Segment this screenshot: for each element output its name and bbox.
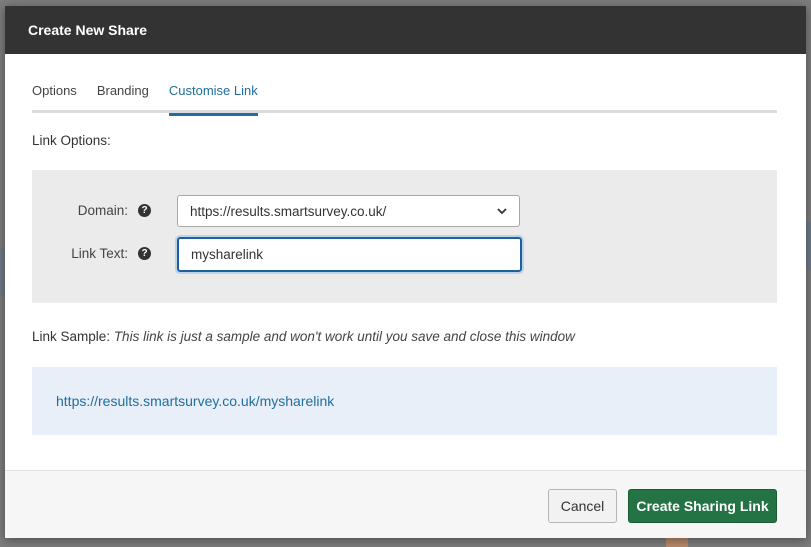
tab-options[interactable]: Options	[32, 82, 77, 110]
link-sample-label: Link Sample:	[32, 329, 111, 344]
link-options-heading: Link Options:	[32, 133, 111, 148]
domain-select[interactable]: https://results.smartsurvey.co.uk/	[177, 195, 520, 227]
tab-bar: Options Branding Customise Link	[32, 82, 777, 116]
link-options-panel: Domain: ? https://results.smartsurvey.co…	[32, 170, 777, 303]
dialog-header: Create New Share	[5, 6, 806, 54]
question-circle-icon[interactable]: ?	[138, 204, 151, 217]
link-text-input[interactable]	[175, 235, 524, 274]
question-circle-icon[interactable]: ?	[138, 247, 151, 260]
link-sample-note: This link is just a sample and won't wor…	[113, 329, 575, 344]
create-sharing-link-button[interactable]: Create Sharing Link	[628, 489, 777, 523]
tab-branding[interactable]: Branding	[97, 82, 149, 110]
domain-selected-value: https://results.smartsurvey.co.uk/	[190, 203, 387, 219]
cancel-button[interactable]: Cancel	[548, 489, 617, 523]
dialog-title: Create New Share	[28, 22, 148, 38]
link-text-row: Link Text: ?	[32, 246, 151, 261]
dialog-footer: Cancel Create Sharing Link	[5, 470, 806, 538]
domain-row: Domain: ?	[32, 203, 151, 218]
link-text-label: Link Text:	[71, 246, 128, 261]
tab-customise-link[interactable]: Customise Link	[168, 82, 258, 116]
chevron-down-icon	[497, 208, 507, 215]
sample-link[interactable]: https://results.smartsurvey.co.uk/myshar…	[56, 393, 334, 409]
domain-label: Domain:	[77, 203, 128, 218]
background-page-element	[666, 538, 688, 547]
create-share-dialog: Create New Share Options Branding Custom…	[5, 6, 806, 538]
link-sample-line: Link Sample: This link is just a sample …	[32, 329, 575, 344]
link-sample-panel: https://results.smartsurvey.co.uk/myshar…	[32, 367, 777, 435]
